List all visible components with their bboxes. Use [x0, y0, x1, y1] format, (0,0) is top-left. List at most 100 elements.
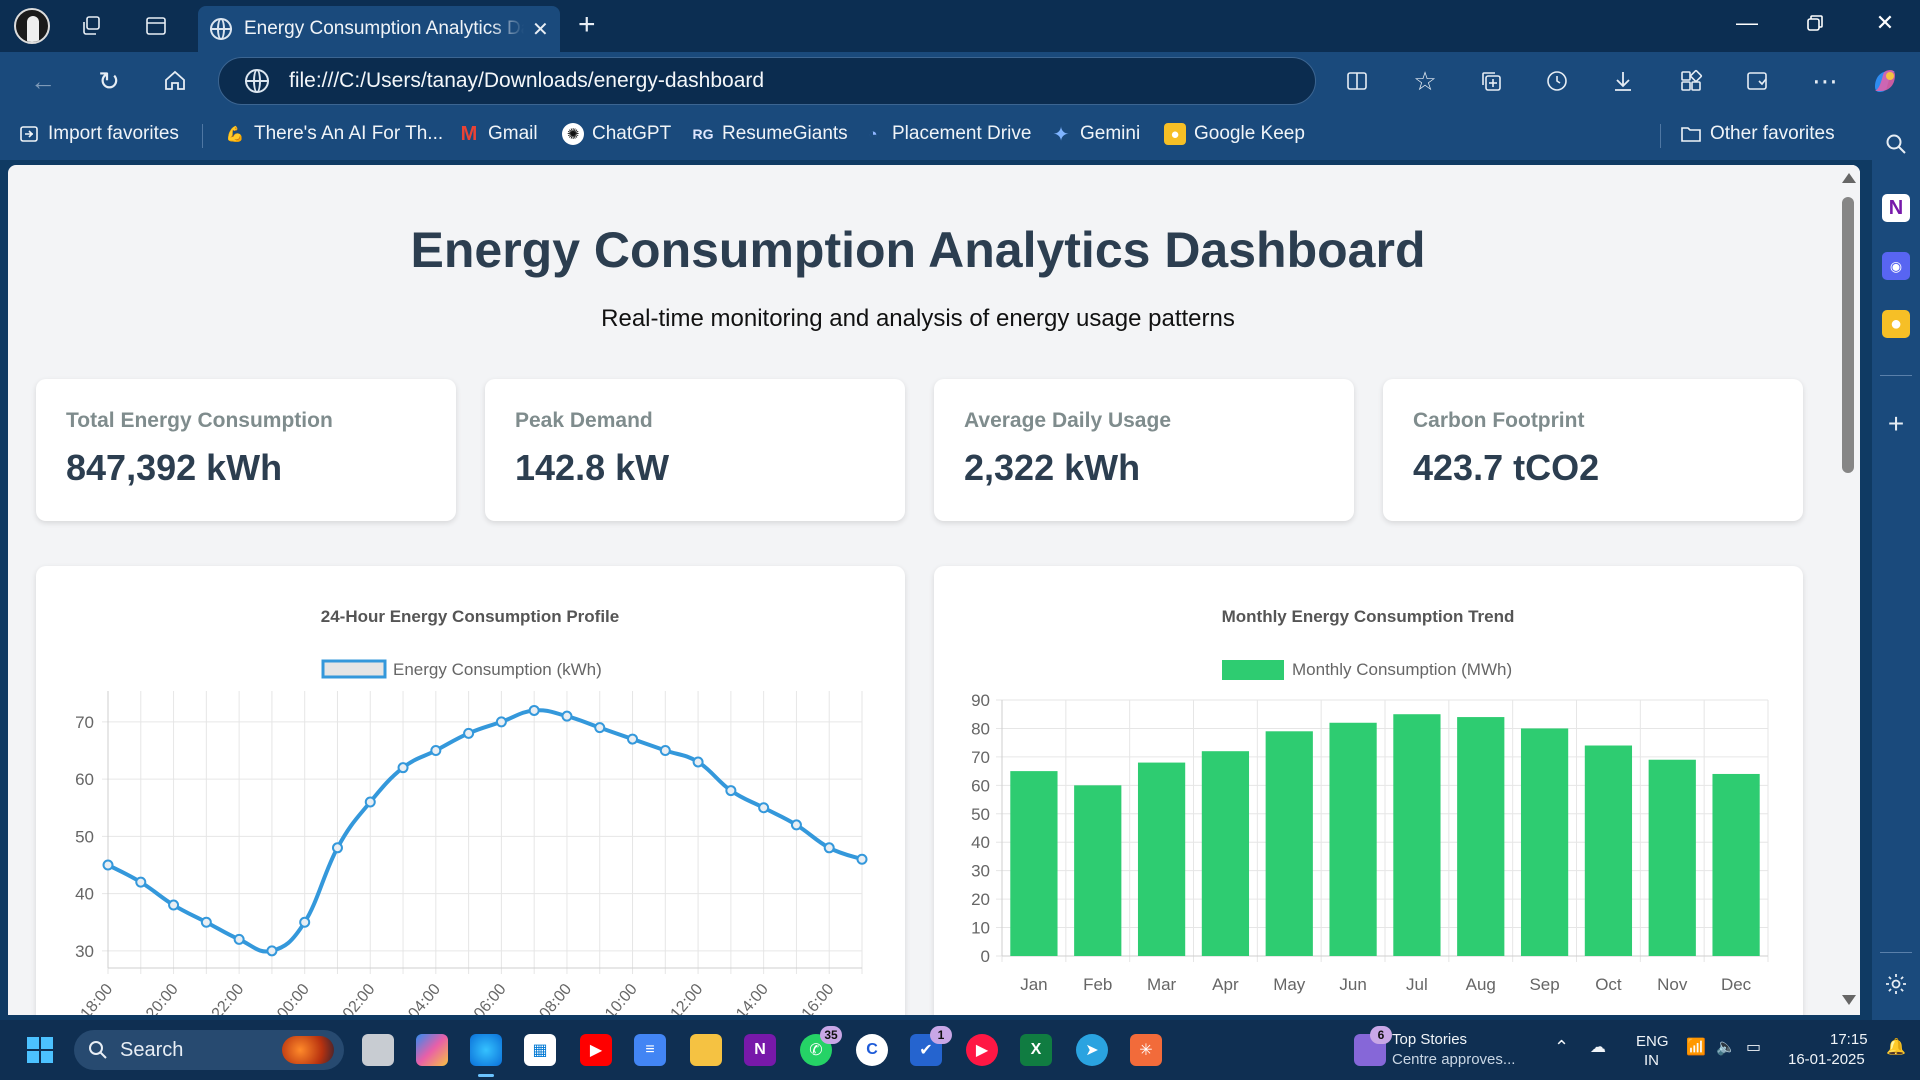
clock-date[interactable]: 16-01-2025 — [1788, 1050, 1865, 1069]
data-point — [495, 716, 507, 728]
favorite-chatgpt[interactable]: ✺ ChatGPT — [562, 123, 671, 145]
tab-actions-icon[interactable] — [142, 12, 170, 40]
folder-icon — [1680, 123, 1702, 145]
chatgpt-icon: ✺ — [562, 123, 584, 145]
copilot-icon[interactable] — [1868, 64, 1902, 98]
file-explorer-icon[interactable] — [690, 1034, 722, 1066]
add-favorite-icon[interactable]: ☆ — [1408, 64, 1442, 98]
new-tab-icon[interactable]: + — [578, 8, 596, 42]
ai-app-icon[interactable]: ✳ — [1130, 1034, 1162, 1066]
wifi-icon[interactable]: 📶 — [1686, 1038, 1706, 1057]
news-widget-icon[interactable]: 6 — [1354, 1026, 1392, 1066]
favorite-gemini[interactable]: ✦ Gemini — [1050, 123, 1141, 146]
excel-icon[interactable]: X — [1020, 1034, 1052, 1066]
line-chart: 24-Hour Energy Consumption Profile Energy… — [75, 607, 868, 1015]
browser-essentials-icon[interactable] — [1740, 64, 1774, 98]
x-tick-label: Dec — [1721, 975, 1752, 994]
y-tick-label: 30 — [971, 862, 990, 881]
page-scrollbar[interactable] — [1836, 165, 1860, 1015]
minimize-icon[interactable]: — — [1732, 10, 1762, 36]
clock-time[interactable]: 17:15 — [1830, 1030, 1868, 1049]
favorite-label: There's An AI For Th... — [254, 123, 444, 144]
gemini-icon: ✦ — [1052, 123, 1070, 146]
y-tick-label: 40 — [75, 885, 94, 904]
data-point — [200, 916, 212, 928]
x-tick-label: 06:00 — [471, 981, 510, 1015]
news-text[interactable]: Centre approves... — [1392, 1050, 1515, 1069]
site-info-icon[interactable] — [245, 69, 269, 93]
close-tab-icon[interactable]: ✕ — [532, 17, 549, 42]
favorite-aiforthat[interactable]: 💪 There's An AI For Th... — [224, 123, 443, 145]
onenote-taskbar-icon[interactable]: N — [744, 1034, 776, 1066]
back-icon[interactable]: ← — [26, 64, 60, 98]
address-bar[interactable]: file:///C:/Users/tanay/Downloads/energy-… — [218, 57, 1316, 105]
settings-gear-icon[interactable] — [1882, 970, 1910, 998]
music-icon[interactable]: ▶ — [966, 1034, 998, 1066]
youtube-icon[interactable]: ▶ — [580, 1034, 612, 1066]
collections-icon[interactable] — [1474, 64, 1508, 98]
scroll-down-icon[interactable] — [1842, 995, 1856, 1005]
discord-icon[interactable]: ◉ — [1882, 252, 1910, 280]
home-icon[interactable] — [158, 64, 192, 98]
data-point — [561, 710, 573, 722]
active-tab[interactable]: Energy Consumption Analytics Dashboard ✕ — [198, 6, 560, 52]
close-window-icon[interactable]: ✕ — [1870, 10, 1900, 36]
data-point — [430, 745, 442, 757]
favorite-import[interactable]: Import favorites — [18, 123, 179, 145]
region-label[interactable]: IN — [1644, 1051, 1659, 1070]
taskbar-search[interactable]: Search — [74, 1030, 344, 1070]
bar — [1393, 714, 1441, 956]
battery-icon[interactable]: ▭ — [1746, 1038, 1761, 1057]
show-hidden-icons[interactable]: ⌃ — [1554, 1038, 1569, 1057]
store-icon[interactable]: ▦ — [524, 1034, 556, 1066]
data-point — [397, 762, 409, 774]
page-title: Energy Consumption Analytics Dashboard — [410, 222, 1426, 278]
favorites-divider — [202, 124, 203, 148]
onedrive-icon[interactable]: ☁ — [1590, 1038, 1606, 1057]
language-label[interactable]: ENG — [1636, 1032, 1669, 1051]
keep-sidebar-icon[interactable]: ● — [1882, 310, 1910, 338]
stat-card-peak-demand: Peak Demand 142.8 kW — [485, 379, 905, 521]
whatsapp-icon[interactable]: ✆ 35 — [800, 1026, 842, 1066]
news-title[interactable]: Top Stories — [1392, 1030, 1467, 1049]
history-icon[interactable] — [1540, 64, 1574, 98]
stat-card-carbon: Carbon Footprint 423.7 tCO2 — [1383, 379, 1803, 521]
todo-icon[interactable]: ✔ 1 — [910, 1026, 952, 1066]
notifications-icon[interactable]: 🔔 — [1886, 1038, 1906, 1057]
favorite-placement-drive[interactable]: ◔ Placement Drive — [862, 123, 1031, 145]
split-screen-icon[interactable] — [1340, 64, 1374, 98]
y-tick-label: 80 — [971, 719, 990, 738]
scroll-up-icon[interactable] — [1842, 173, 1856, 183]
more-options-icon[interactable]: ⋯ — [1808, 64, 1842, 98]
onenote-icon[interactable]: N — [1882, 194, 1910, 222]
bar — [1201, 751, 1250, 956]
notification-badge: 35 — [820, 1026, 842, 1044]
windows-start-icon[interactable] — [24, 1034, 56, 1066]
favorite-google-keep[interactable]: ● Google Keep — [1164, 123, 1305, 145]
task-view-icon[interactable] — [362, 1034, 394, 1066]
browser-app-icon[interactable]: C — [856, 1034, 888, 1066]
bar — [1265, 731, 1313, 956]
y-tick-label: 60 — [971, 776, 990, 795]
add-icon[interactable]: + — [1882, 408, 1910, 439]
telegram-icon[interactable]: ➤ — [1076, 1034, 1108, 1066]
refresh-icon[interactable]: ↻ — [92, 64, 126, 98]
volume-icon[interactable]: 🔈 — [1716, 1038, 1736, 1057]
scroll-thumb[interactable] — [1842, 197, 1854, 473]
docs-icon[interactable]: ≡ — [634, 1034, 666, 1066]
copilot-taskbar-icon[interactable] — [416, 1034, 448, 1066]
y-tick-label: 0 — [981, 947, 990, 966]
extensions-icon[interactable] — [1674, 64, 1708, 98]
favorite-other[interactable]: Other favorites — [1680, 123, 1835, 145]
favorite-gmail[interactable]: M Gmail — [458, 123, 538, 145]
workspaces-icon[interactable] — [78, 12, 106, 40]
edge-taskbar-icon[interactable] — [470, 1034, 502, 1066]
restore-icon[interactable] — [1800, 10, 1830, 38]
profile-avatar[interactable] — [14, 8, 50, 44]
aiforthat-icon: 💪 — [225, 126, 245, 143]
favorite-resumegiants[interactable]: RG ResumeGiants — [692, 123, 848, 145]
downloads-icon[interactable] — [1606, 64, 1640, 98]
data-point — [266, 945, 278, 957]
legend-label: Energy Consumption (kWh) — [393, 660, 602, 679]
search-icon[interactable] — [1882, 130, 1910, 158]
